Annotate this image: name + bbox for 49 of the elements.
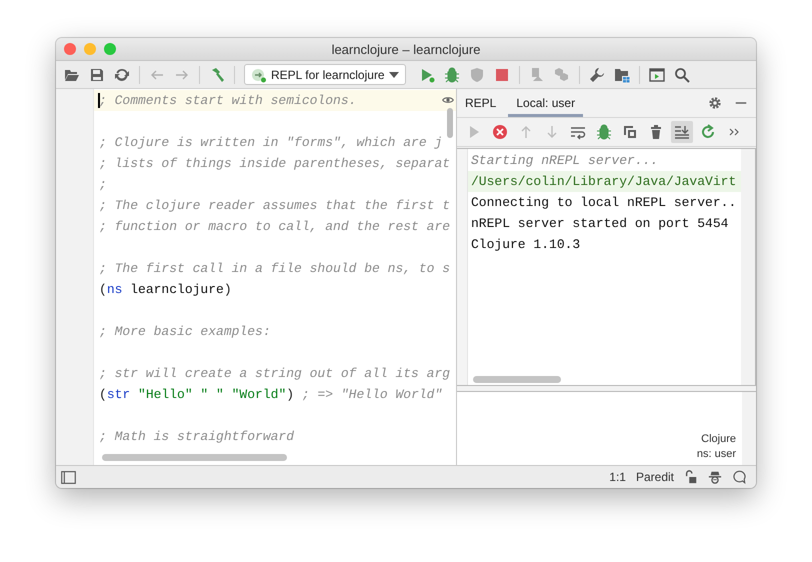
scroll-to-end-icon[interactable] [671,121,693,143]
output-line: Connecting to local nREPL server.. [470,194,738,212]
run-config-icon [251,66,267,82]
output-line: nREPL server started on port 5454 [470,215,730,233]
code-line: ; Comments start with semicolons. [99,93,356,108]
search-icon[interactable] [674,66,690,82]
code-line: ; lists of things inside parentheses, separat [99,156,450,171]
stop-icon[interactable] [494,66,510,82]
inspector-icon[interactable] [708,470,722,484]
code-line: (str "Hello" " " "World") ; => "Hello World" [99,387,442,402]
save-icon[interactable] [89,66,105,82]
code-line: ; More basic examples: [99,324,271,339]
unlocked-padlock-icon[interactable] [684,470,698,484]
eye-icon[interactable] [442,94,454,106]
sync-icon[interactable] [114,66,130,82]
paredit-status[interactable]: Paredit [636,470,674,484]
text-caret [98,93,100,108]
folder-grid-icon[interactable] [614,66,630,82]
code-line: ; Math is straightforward [99,429,294,444]
panel-tab[interactable]: REPL [457,89,504,117]
code-editor[interactable] [56,89,457,465]
zoom-button[interactable] [104,43,116,55]
cursor-position[interactable]: 1:1 [609,470,626,484]
output-line: Clojure 1.10.3 [470,236,582,254]
repl-input-field[interactable]: Clojure ns: user [457,391,756,465]
settings-icon[interactable] [708,96,722,110]
horizontal-scrollbar[interactable] [102,454,287,461]
code-line: ; The first call in a file should be ns, to s [99,261,450,276]
output-line: Starting nREPL server... [470,152,660,170]
code-line: ; str will create a string out of all its arg [99,366,450,381]
close-button[interactable] [64,43,76,55]
code-line: ; Clojure is written in "forms", which are j [99,135,442,150]
vertical-scrollbar[interactable] [447,108,453,138]
dropdown-caret-icon [388,72,399,78]
panel-toggle-icon[interactable] [61,470,76,484]
code-line: ; The clojure reader assumes that the first t [99,198,450,213]
language-label: Clojure [701,432,736,447]
run-configuration-dropdown[interactable]: REPL for learnclojure [244,64,406,85]
window-title: learnclojure – learnclojure [332,42,480,56]
terminal-window-icon[interactable] [648,66,665,82]
wrench-icon[interactable] [588,66,605,82]
panel-tab[interactable]: Local: user [508,89,584,117]
code-line: ; function or macro to call, and the rest are [99,219,450,234]
bug-icon[interactable] [444,66,460,82]
speech-balloon-icon[interactable] [732,470,746,484]
code-line: ; [99,177,107,192]
namespace-label: ns: user [696,447,736,462]
horizontal-scrollbar[interactable] [473,376,561,383]
code-line: (ns learnclojure) [99,282,232,297]
